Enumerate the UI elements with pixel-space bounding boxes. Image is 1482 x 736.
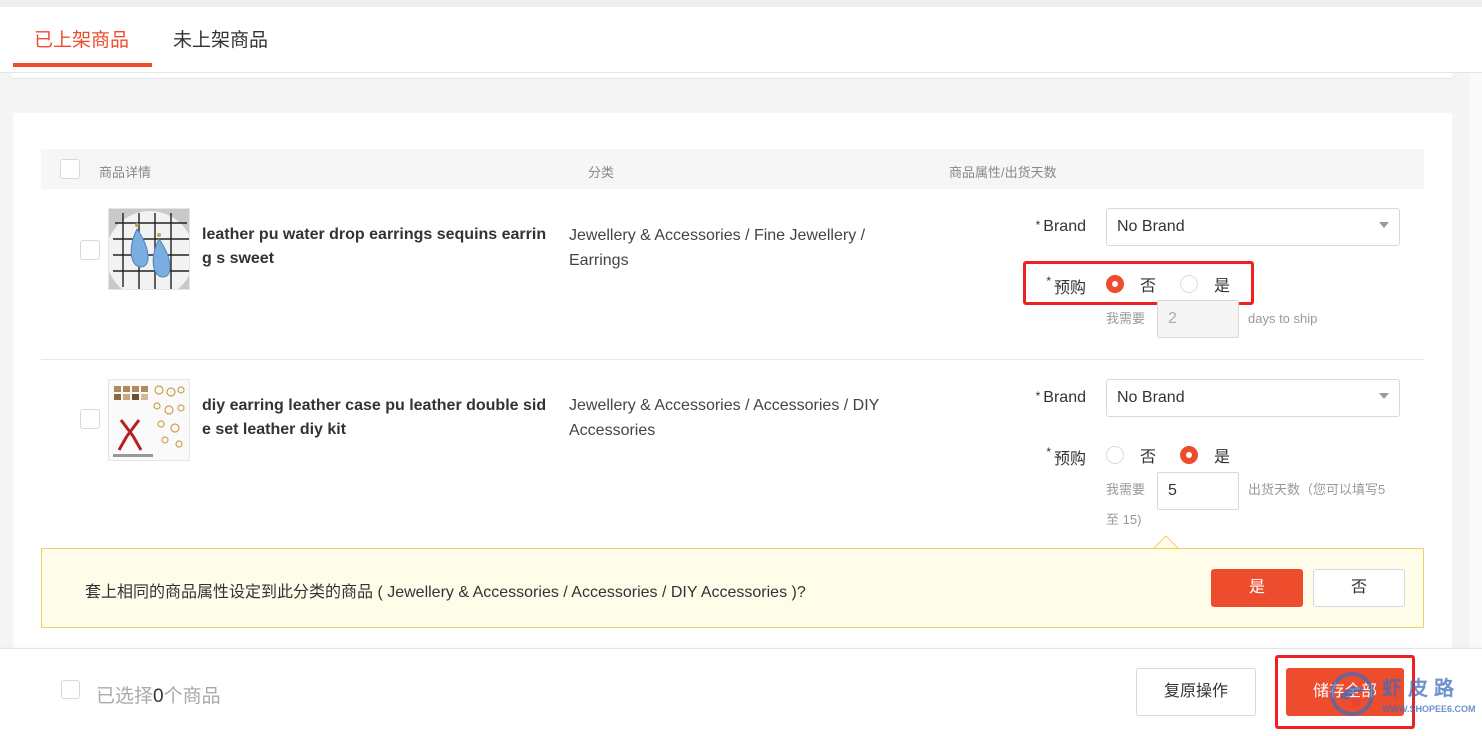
brand-select[interactable]: No Brand	[1106, 379, 1400, 417]
reset-button[interactable]: 复原操作	[1136, 668, 1256, 716]
radio-unselected-icon	[1106, 446, 1124, 464]
radio-label: 是	[1214, 449, 1231, 466]
active-tab-indicator	[13, 63, 152, 67]
brand-select[interactable]: No Brand	[1106, 208, 1400, 246]
toolbar-strip	[12, 73, 1452, 79]
tab-listed-products[interactable]: 已上架商品	[34, 25, 129, 52]
earring-product-image	[109, 209, 189, 289]
page-scrollbar[interactable]	[1469, 73, 1482, 736]
selected-count-label: 已选择0个商品	[96, 686, 221, 707]
row-checkbox[interactable]	[80, 240, 100, 260]
header-attributes: 商品属性/出货天数	[949, 165, 1057, 180]
days-to-ship-hint-cont: 至 15)	[1106, 512, 1142, 527]
bottom-action-bar: 已选择0个商品 复原操作 储存全部	[0, 648, 1482, 736]
watermark-text: 虾皮路	[1382, 678, 1460, 700]
banner-message: 套上相同的商品属性设定到此分类的商品 ( Jewellery & Accesso…	[85, 584, 806, 601]
need-label: 我需要	[1106, 482, 1146, 497]
header-category: 分类	[588, 165, 615, 180]
select-all-checkbox[interactable]	[60, 159, 80, 179]
row-checkbox[interactable]	[80, 409, 100, 429]
product-name[interactable]: diy earring leather case pu leather doub…	[202, 394, 552, 442]
days-to-ship-hint: days to ship	[1248, 311, 1318, 326]
footer-select-all-checkbox[interactable]	[61, 680, 80, 699]
preorder-no-radio[interactable]: 否	[1106, 443, 1156, 467]
watermark-url: WWW.SHOPEE6.COM	[1382, 704, 1476, 714]
dropdown-arrow-icon	[1379, 393, 1389, 399]
days-to-ship-input[interactable]: 5	[1157, 472, 1239, 510]
product-name[interactable]: leather pu water drop earrings sequins e…	[202, 223, 552, 271]
product-thumbnail[interactable]	[108, 379, 190, 461]
tab-bar: 已上架商品 未上架商品	[0, 0, 1482, 73]
header-product-details: 商品详情	[99, 165, 152, 180]
annotation-highlight-box	[1023, 261, 1254, 305]
diy-kit-product-image	[109, 380, 189, 460]
product-thumbnail[interactable]	[108, 208, 190, 290]
preorder-yes-radio[interactable]: 是	[1180, 443, 1230, 467]
preorder-label: * 预购	[1046, 445, 1086, 468]
brand-select-value: No Brand	[1117, 218, 1185, 235]
days-to-ship-hint: 出货天数（您可以填写5	[1248, 482, 1386, 497]
need-label: 我需要	[1106, 311, 1146, 326]
table-header: 商品详情 分类 商品属性/出货天数	[41, 149, 1424, 189]
banner-no-button[interactable]: 否	[1313, 569, 1405, 607]
brand-label: * Brand	[1035, 218, 1086, 235]
dropdown-arrow-icon	[1379, 222, 1389, 228]
apply-same-attributes-banner: 套上相同的商品属性设定到此分类的商品 ( Jewellery & Accesso…	[41, 548, 1424, 628]
radio-selected-icon	[1180, 446, 1198, 464]
banner-pointer	[1153, 535, 1179, 549]
banner-yes-button[interactable]: 是	[1211, 569, 1303, 607]
tab-unlisted-products[interactable]: 未上架商品	[173, 25, 268, 52]
row-divider	[41, 359, 1424, 360]
selected-count: 0	[153, 686, 164, 707]
watermark-logo-icon	[1330, 672, 1374, 716]
brand-select-value: No Brand	[1117, 389, 1185, 406]
radio-label: 否	[1140, 449, 1157, 466]
product-category: Jewellery & Accessories / Accessories / …	[569, 397, 880, 439]
watermark: 虾皮路 WWW.SHOPEE6.COM	[1326, 668, 1476, 723]
days-to-ship-input[interactable]: 2	[1157, 300, 1239, 338]
product-category: Jewellery & Accessories / Fine Jewellery…	[569, 227, 866, 269]
brand-label: * Brand	[1035, 389, 1086, 406]
